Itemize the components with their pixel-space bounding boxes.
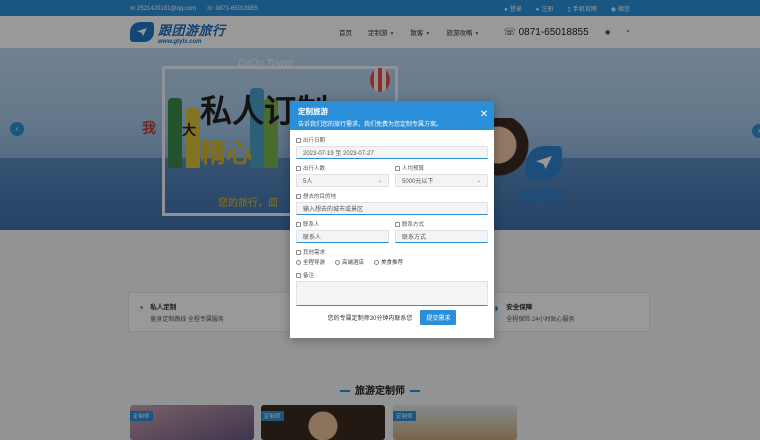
option-checkbox[interactable]: 高端酒店 [335, 258, 364, 266]
phone-label: 联系方式 [395, 220, 488, 228]
people-icon [296, 165, 301, 171]
date-label: 出行日期 [296, 136, 488, 144]
date-range-field[interactable]: 2023-07-19 至 2023-07-27 [296, 146, 488, 159]
phone-icon [395, 221, 400, 227]
contact-label: 联系人 [296, 220, 389, 228]
submit-button[interactable]: 提交需求 [420, 310, 457, 325]
contact-input[interactable]: 联系人 [296, 230, 389, 243]
edit-icon [296, 272, 301, 278]
modal-title: 定制旅游 [298, 107, 328, 116]
custom-trip-modal: 定制旅游 告诉我们您的旅行需求，我们免费为您定制专属方案。 ✕ 出行日期 202… [290, 101, 494, 338]
people-select[interactable]: 5人 ⌄ [296, 174, 389, 187]
list-icon [296, 249, 301, 255]
wallet-icon [395, 165, 400, 171]
destination-input[interactable]: 输入想去的城市或景区 [296, 202, 488, 215]
chevron-down-icon: ⌄ [476, 177, 481, 184]
modal-subtitle: 告诉我们您的旅行需求，我们免费为您定制专属方案。 [298, 122, 443, 128]
people-label: 出行人数 [296, 164, 389, 172]
location-icon [296, 193, 301, 199]
budget-select[interactable]: 5000元以下 ⌄ [395, 174, 488, 187]
close-icon[interactable]: ✕ [478, 109, 490, 121]
calendar-icon [296, 137, 301, 143]
chevron-down-icon: ⌄ [377, 177, 382, 184]
footer-text: 您的专属定制师30分钟内联系您 [327, 316, 413, 322]
modal-footer: 您的专属定制师30分钟内联系您 提交需求 [296, 310, 488, 325]
remark-label: 备注 [296, 271, 488, 279]
user-icon [296, 221, 301, 227]
option-checkbox[interactable]: 美食推荐 [374, 258, 403, 266]
destination-label: 想去的目的地 [296, 192, 488, 200]
modal-header: 定制旅游 告诉我们您的旅行需求，我们免费为您定制专属方案。 ✕ [290, 101, 494, 130]
budget-label: 人均预算 [395, 164, 488, 172]
other-label: 其他需求 [296, 248, 488, 256]
option-checkbox[interactable]: 全程导游 [296, 258, 325, 266]
phone-input[interactable]: 联系方式 [395, 230, 488, 243]
remark-textarea[interactable] [296, 281, 488, 306]
options-group: 全程导游 高端酒店 美食推荐 [296, 258, 488, 266]
